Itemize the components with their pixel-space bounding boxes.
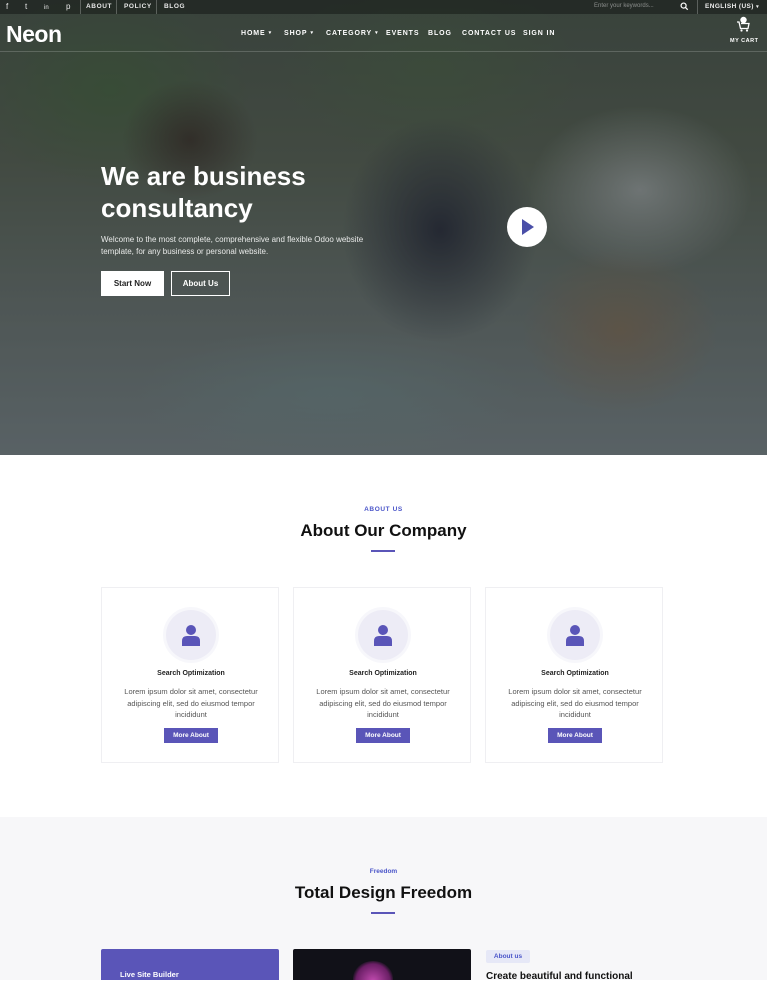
pinterest-icon[interactable]: p xyxy=(66,2,70,12)
top-link-about[interactable]: ABOUT xyxy=(86,3,112,10)
search-icon[interactable] xyxy=(680,2,689,11)
card-text: Lorem ipsum dolor sit amet, consectetur … xyxy=(316,687,450,719)
feature-card: Search Optimization Lorem ipsum dolor si… xyxy=(485,587,663,763)
chevron-down-icon: ▾ xyxy=(310,30,314,36)
more-about-button[interactable]: More About xyxy=(356,728,410,743)
nav-item-contact-us[interactable]: CONTACT US xyxy=(462,30,516,37)
top-utility-bar: f t in p ABOUT POLICY BLOG Enter your ke… xyxy=(0,0,767,14)
card-title: Search Optimization xyxy=(541,670,609,677)
divider xyxy=(697,0,698,14)
play-icon xyxy=(522,219,534,235)
divider xyxy=(116,0,117,14)
card-text: Lorem ipsum dolor sit amet, consectetur … xyxy=(508,687,642,719)
nav-item-label: SHOP xyxy=(284,30,308,37)
top-link-blog[interactable]: BLOG xyxy=(164,3,185,10)
nav-item-blog[interactable]: BLOG xyxy=(428,30,452,37)
divider xyxy=(156,0,157,14)
cart-icon[interactable] xyxy=(736,16,750,32)
nav-item-label: HOME xyxy=(241,30,266,37)
about-title: About Our Company xyxy=(300,521,467,540)
about-eyebrow: ABOUT US xyxy=(364,506,403,513)
about-us-badge: About us xyxy=(486,950,530,963)
cart-label[interactable]: MY CART xyxy=(730,38,758,44)
nav-item-events[interactable]: EVENTS xyxy=(386,30,419,37)
card-text: Lorem ipsum dolor sit amet, consectetur … xyxy=(124,687,258,719)
card-title: Search Optimization xyxy=(349,670,417,677)
media-image xyxy=(353,961,393,980)
media-card xyxy=(293,949,471,980)
card-avatar xyxy=(166,610,216,660)
nav-item-shop[interactable]: SHOP ▾ xyxy=(284,30,314,37)
nav-item-home[interactable]: HOME ▾ xyxy=(241,30,272,37)
user-icon xyxy=(374,625,392,646)
title-underline xyxy=(371,912,395,914)
start-now-button[interactable]: Start Now xyxy=(101,271,164,296)
nav-item-label: CATEGORY xyxy=(326,30,373,37)
freedom-heading: Create beautiful and functional xyxy=(486,971,633,982)
more-about-button[interactable]: More About xyxy=(164,728,218,743)
card-title: Search Optimization xyxy=(157,670,225,677)
about-us-button[interactable]: About Us xyxy=(171,271,230,296)
hero-description: Welcome to the most complete, comprehens… xyxy=(101,235,364,256)
chevron-down-icon: ▾ xyxy=(756,4,759,10)
language-selector[interactable]: ENGLISH (US) ▾ xyxy=(705,3,759,10)
more-about-button[interactable]: More About xyxy=(548,728,602,743)
chevron-down-icon: ▾ xyxy=(268,30,273,36)
facebook-icon[interactable]: f xyxy=(6,2,8,12)
user-icon xyxy=(182,625,200,646)
card-avatar xyxy=(358,610,408,660)
play-video-button[interactable] xyxy=(507,207,547,247)
divider xyxy=(80,0,81,14)
title-underline xyxy=(371,550,395,552)
freedom-title: Total Design Freedom xyxy=(294,883,473,902)
freedom-eyebrow: Freedom xyxy=(369,868,398,875)
chevron-down-icon: ▾ xyxy=(375,30,379,36)
nav-item-sign-in[interactable]: SIGN IN xyxy=(523,30,555,37)
card-avatar xyxy=(550,610,600,660)
nav-divider xyxy=(0,51,767,52)
hero-section: f t in p ABOUT POLICY BLOG Enter your ke… xyxy=(0,0,767,455)
hero-image-overlay xyxy=(0,0,767,455)
feature-card: Search Optimization Lorem ipsum dolor si… xyxy=(293,587,471,763)
top-link-policy[interactable]: POLICY xyxy=(124,3,152,10)
feature-card: Search Optimization Lorem ipsum dolor si… xyxy=(101,587,279,763)
search-input[interactable]: Enter your keywords... xyxy=(594,3,694,12)
logo[interactable]: Neon xyxy=(6,21,62,48)
user-icon xyxy=(566,625,584,646)
nav-item-category[interactable]: CATEGORY ▾ xyxy=(326,30,379,37)
instagram-icon[interactable]: in xyxy=(44,3,49,13)
language-label: ENGLISH (US) xyxy=(705,3,754,10)
live-builder-label: Live Site Builder xyxy=(120,970,179,979)
hero-title: We are business consultancy xyxy=(101,161,306,223)
twitter-icon[interactable]: t xyxy=(25,2,27,12)
